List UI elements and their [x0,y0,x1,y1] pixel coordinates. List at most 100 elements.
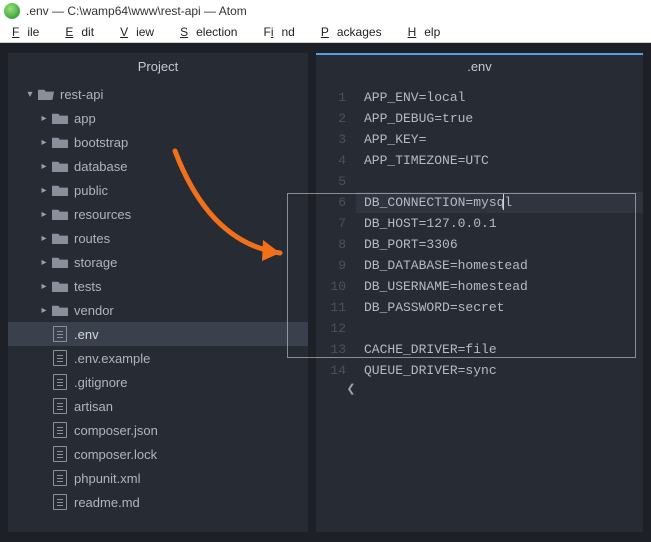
atom-app-icon [4,3,20,19]
folder-icon [52,304,68,316]
tree-folder[interactable]: ▸ bootstrap [8,130,308,154]
code-lines[interactable]: ❮ APP_ENV=localAPP_DEBUG=trueAPP_KEY=APP… [356,83,643,532]
tree-folder[interactable]: ▸routes [8,226,308,250]
tree-file-label: .gitignore [74,375,127,390]
chevron-right-icon: ▸ [38,281,50,292]
line-number: 11 [316,297,356,318]
line-number: 1 [316,87,356,108]
chevron-right-icon: ▸ [38,113,50,124]
project-panel: Project ▾ rest-api ▸ app ▸ bootstrap ▸databa… [8,53,308,532]
chevron-right-icon: ▸ [38,161,50,172]
menu-selection[interactable]: Selection [172,23,253,41]
chevron-right-icon: ▸ [38,209,50,220]
code-line[interactable]: DB_DATABASE=homestead [356,255,643,276]
code-line[interactable]: DB_CONNECTION=mysql [356,192,643,213]
folder-icon [52,136,68,148]
window-title: .env — C:\wamp64\www\rest-api — Atom [26,4,247,18]
tree-file[interactable]: .env.example [8,346,308,370]
tree-file[interactable]: readme.md [8,490,308,514]
line-number: 10 [316,276,356,297]
code-line[interactable]: DB_PASSWORD=secret [356,297,643,318]
tree-folder-label: storage [74,255,117,270]
code-line[interactable]: APP_DEBUG=true [356,108,643,129]
tree-file-label: composer.json [74,423,158,438]
tree-folder-label: app [74,111,96,126]
tree-folder[interactable]: ▸public [8,178,308,202]
code-line[interactable] [356,318,643,339]
tree-file-label: .env.example [74,351,150,366]
code-line[interactable] [356,171,643,192]
tree-file-label: .env [74,327,99,342]
tree-folder[interactable]: ▸ storage [8,250,308,274]
line-number: 2 [316,108,356,129]
file-icon [53,326,67,342]
menu-edit[interactable]: Edit [57,23,110,41]
menu-find[interactable]: Find [255,23,310,41]
file-icon [53,422,67,438]
tree-folder[interactable]: ▸ resources [8,202,308,226]
editor-panel: .env 1234567891011121314 ❮ APP_ENV=local… [316,53,643,532]
chevron-right-icon: ▸ [38,137,50,148]
tree-file[interactable]: composer.json [8,418,308,442]
menu-help[interactable]: Help [400,23,457,41]
line-gutter: 1234567891011121314 [316,83,356,532]
menu-packages[interactable]: Packages [313,23,398,41]
tree-file[interactable]: phpunit.xml [8,466,308,490]
code-editor[interactable]: 1234567891011121314 ❮ APP_ENV=localAPP_D… [316,83,643,532]
code-line[interactable]: APP_KEY= [356,129,643,150]
window-titlebar: .env — C:\wamp64\www\rest-api — Atom [0,0,651,22]
workspace: Project ▾ rest-api ▸ app ▸ bootstrap ▸databa… [0,43,651,542]
file-icon [53,350,67,366]
line-number: 13 [316,339,356,360]
tab-env[interactable]: .env [316,53,643,83]
tree-folder-label: resources [74,207,131,222]
tree-file-label: artisan [74,399,113,414]
file-icon [53,398,67,414]
code-line[interactable]: CACHE_DRIVER=file [356,339,643,360]
tree-file[interactable]: artisan [8,394,308,418]
menu-file[interactable]: File [4,23,55,41]
text-cursor [503,194,504,210]
menu-bar: File Edit View Selection Find Packages H… [0,22,651,43]
folder-icon [52,208,68,220]
chevron-right-icon: ▸ [38,305,50,316]
tree-folder[interactable]: ▸tests [8,274,308,298]
chevron-right-icon: ▸ [38,257,50,268]
tree-folder-label: bootstrap [74,135,128,150]
file-icon [53,446,67,462]
app-window: .env — C:\wamp64\www\rest-api — Atom Fil… [0,0,651,542]
tree-folder[interactable]: ▸database [8,154,308,178]
folder-icon [52,232,68,244]
code-line[interactable]: QUEUE_DRIVER=sync [356,360,643,381]
tree-folder-label: vendor [74,303,114,318]
chevron-right-icon: ▸ [38,233,50,244]
line-number: 8 [316,234,356,255]
tree-folder[interactable]: ▸ vendor [8,298,308,322]
tree-file-label: phpunit.xml [74,471,140,486]
line-number: 9 [316,255,356,276]
tree-folder[interactable]: ▸ app [8,106,308,130]
folder-icon [52,256,68,268]
tree-file[interactable]: .gitignore [8,370,308,394]
folder-icon [52,160,68,172]
tree-root-label: rest-api [60,87,103,102]
code-line[interactable]: DB_HOST=127.0.0.1 [356,213,643,234]
line-number: 3 [316,129,356,150]
tree-root[interactable]: ▾ rest-api [8,82,308,106]
tree-file[interactable]: .env [8,322,308,346]
line-number: 12 [316,318,356,339]
line-number: 6 [316,192,356,213]
code-line[interactable]: DB_USERNAME=homestead [356,276,643,297]
line-number: 5 [316,171,356,192]
file-icon [53,470,67,486]
file-tree[interactable]: ▾ rest-api ▸ app ▸ bootstrap ▸database▸publi… [8,82,308,532]
fold-indicator-icon[interactable]: ❮ [342,377,360,401]
project-panel-header: Project [8,53,308,82]
code-line[interactable]: APP_TIMEZONE=UTC [356,150,643,171]
tree-file[interactable]: composer.lock [8,442,308,466]
menu-view[interactable]: View [112,23,170,41]
line-number: 4 [316,150,356,171]
code-line[interactable]: APP_ENV=local [356,87,643,108]
code-line[interactable]: DB_PORT=3306 [356,234,643,255]
tree-file-label: composer.lock [74,447,157,462]
